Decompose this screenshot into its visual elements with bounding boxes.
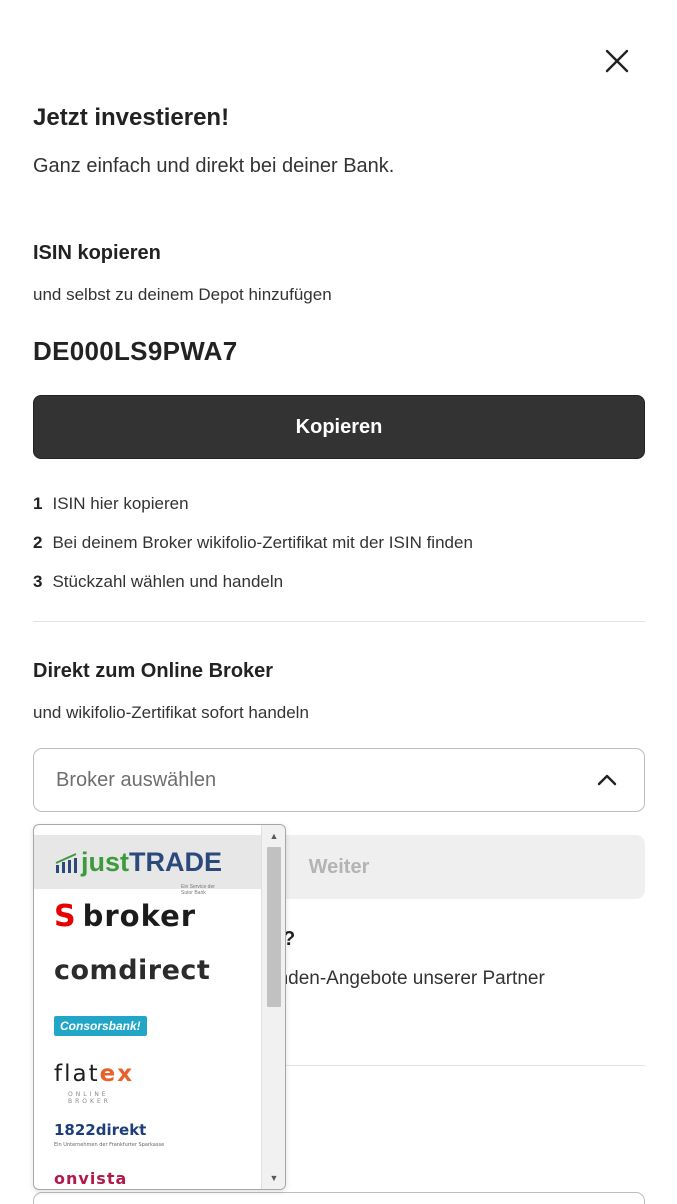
step-item: 1 ISIN hier kopieren [33, 493, 189, 513]
broker-option-onvista[interactable]: onvista [34, 1151, 262, 1189]
broker-dropdown-list[interactable]: just TRADE Ein Service der Sutor Bank Sbr… [33, 824, 286, 1190]
isin-value: DE000LS9PWA7 [33, 336, 238, 366]
close-icon [605, 49, 629, 73]
sbroker-logo: Sbroker [54, 898, 197, 934]
broker-select-placeholder: Broker auswählen [56, 768, 217, 791]
comdirect-logo: comdirect [54, 954, 211, 986]
step-item: 3 Stückzahl wählen und handeln [33, 571, 284, 591]
steps-list: 1 ISIN hier kopieren 2 Bei deinem Broker w… [33, 484, 473, 601]
sparkasse-icon: S [54, 898, 77, 934]
isin-heading: ISIN kopieren [33, 242, 161, 264]
flatex-logo: flatex ONLINE BROKER [54, 1061, 135, 1105]
section-divider [33, 621, 645, 622]
scroll-down-arrow-icon[interactable]: ▼ [268, 1173, 280, 1183]
broker-option-flatex[interactable]: flatex ONLINE BROKER [34, 1047, 262, 1105]
broker-heading: Direkt zum Online Broker [33, 660, 274, 682]
isin-description: und selbst zu deinem Depot hinzufügen [33, 285, 332, 304]
1822direkt-logo: 1822direkt Ein Unternehmen der Frankfurt… [54, 1121, 165, 1148]
scroll-up-arrow-icon[interactable]: ▲ [268, 831, 280, 841]
weiter-label: Weiter [308, 855, 370, 878]
step-item: 2 Bei deinem Broker wikifolio-Zertifikat … [33, 532, 473, 552]
close-button[interactable] [600, 44, 634, 78]
copy-isin-button[interactable]: Kopieren [33, 395, 645, 459]
partner-text-fragment: unden-Angebote unserer Partner [267, 968, 545, 989]
consorsbank-logo: Consorsbank! [54, 1016, 147, 1036]
bar-chart-icon [55, 853, 77, 873]
dropdown-scrollbar[interactable]: ▲ ▼ [261, 825, 285, 1189]
scroll-thumb[interactable] [267, 847, 281, 1007]
broker-select[interactable]: Broker auswählen [33, 748, 645, 812]
page-title: Jetzt investieren! [33, 104, 230, 131]
broker-option-consorsbank[interactable]: Consorsbank! [34, 999, 262, 1053]
broker-option-1822direkt[interactable]: 1822direkt Ein Unternehmen der Frankfurt… [34, 1103, 262, 1157]
justtrade-logo: just TRADE Ein Service der Sutor Bank [54, 847, 222, 896]
page-subtitle: Ganz einfach und direkt bei deiner Bank. [33, 155, 395, 177]
bottom-field[interactable] [33, 1192, 645, 1204]
broker-option-sbroker[interactable]: Sbroker [34, 889, 262, 943]
chevron-up-icon [597, 774, 617, 786]
broker-description: und wikifolio-Zertifikat sofort handeln [33, 703, 309, 722]
onvista-logo: onvista [54, 1168, 128, 1188]
broker-option-justtrade[interactable]: just TRADE Ein Service der Sutor Bank [34, 835, 262, 896]
broker-option-comdirect[interactable]: comdirect [34, 943, 262, 997]
